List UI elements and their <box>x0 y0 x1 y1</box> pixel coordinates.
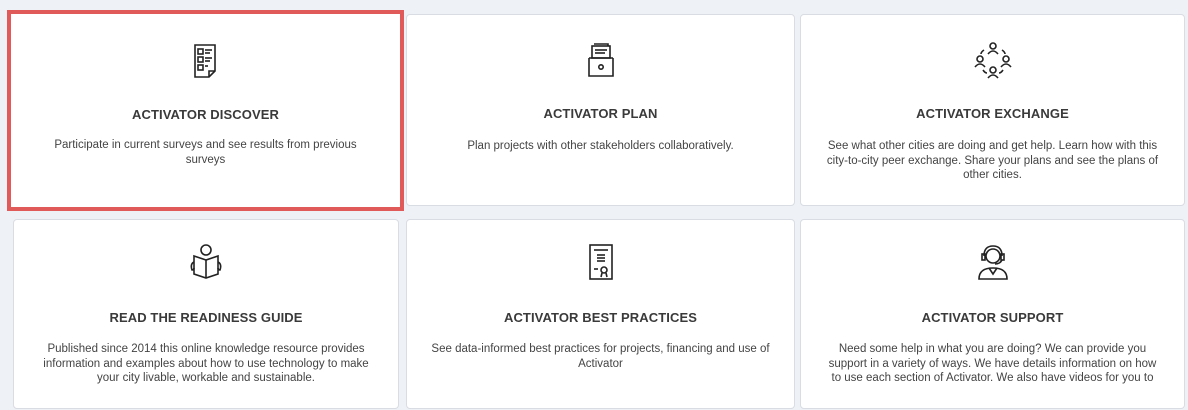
card-description: Need some help in what you are doing? We… <box>828 343 1157 384</box>
card-description: Plan projects with other stakeholders co… <box>467 140 734 152</box>
card-title: ACTIVATOR EXCHANGE <box>916 106 1069 121</box>
card-activator-support[interactable]: ACTIVATOR SUPPORT Need some help in what… <box>800 219 1185 409</box>
card-title: ACTIVATOR BEST PRACTICES <box>503 310 698 325</box>
survey-document-icon <box>186 41 226 81</box>
card-description: See what other cities are doing and get … <box>826 140 1159 181</box>
file-drawer-icon <box>581 40 621 80</box>
card-readiness-guide[interactable]: READ THE READINESS GUIDE Published since… <box>13 219 399 409</box>
module-card-grid: ACTIVATOR DISCOVER Participate in curren… <box>0 0 1188 410</box>
card-activator-plan[interactable]: ACTIVATOR PLAN Plan projects with other … <box>406 14 795 206</box>
card-description: Published since 2014 this online knowled… <box>43 343 369 384</box>
card-description: Participate in current surveys and see r… <box>54 139 357 166</box>
reading-person-icon <box>186 242 226 282</box>
certificate-document-icon <box>581 242 621 282</box>
people-exchange-icon <box>973 40 1013 80</box>
card-title: ACTIVATOR PLAN <box>543 106 658 121</box>
card-title: ACTIVATOR SUPPORT <box>921 310 1064 325</box>
card-title: ACTIVATOR DISCOVER <box>132 107 279 122</box>
card-title: READ THE READINESS GUIDE <box>109 310 303 325</box>
support-headset-icon <box>973 242 1013 282</box>
card-activator-discover[interactable]: ACTIVATOR DISCOVER Participate in curren… <box>7 10 404 211</box>
card-activator-exchange[interactable]: ACTIVATOR EXCHANGE See what other cities… <box>800 14 1185 206</box>
card-activator-best-practices[interactable]: ACTIVATOR BEST PRACTICES See data-inform… <box>406 219 795 409</box>
card-description: See data-informed best practices for pro… <box>431 343 770 370</box>
